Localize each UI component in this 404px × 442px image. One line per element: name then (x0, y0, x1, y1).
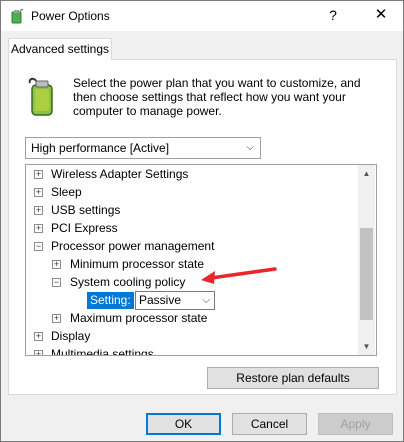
power-plan-selected: High performance [Active] (31, 141, 170, 155)
tree-item-label: PCI Express (51, 221, 118, 235)
tree-item-label: System cooling policy (70, 275, 186, 289)
expand-icon[interactable]: + (34, 224, 43, 233)
expand-icon[interactable]: + (52, 260, 61, 269)
tree-item-label: Minimum processor state (70, 257, 205, 271)
tree-item-label: Processor power management (51, 239, 215, 253)
red-arrow-annotation (201, 267, 277, 284)
tree-item-label: Sleep (51, 185, 82, 199)
settings-tree[interactable]: + Wireless Adapter Settings + Sleep + US… (25, 164, 377, 356)
close-button[interactable]: ✕ (371, 5, 391, 25)
expand-icon[interactable]: + (34, 332, 43, 341)
apply-button[interactable]: Apply (318, 413, 393, 435)
scroll-down-icon[interactable]: ▼ (358, 338, 375, 355)
scroll-thumb[interactable] (360, 228, 373, 320)
tree-item-label: Wireless Adapter Settings (51, 167, 189, 181)
cancel-button[interactable]: Cancel (232, 413, 307, 435)
tree-item-label: Multimedia settings (51, 347, 154, 356)
tree-item-label: USB settings (51, 203, 121, 217)
description-text: Select the power plan that you want to c… (73, 76, 361, 118)
tree-item-label: Maximum processor state (70, 311, 208, 325)
chevron-down-icon: ⌵ (246, 142, 254, 153)
expand-icon[interactable]: + (34, 170, 43, 179)
expand-icon[interactable]: + (52, 314, 61, 323)
restore-plan-defaults-button[interactable]: Restore plan defaults (207, 367, 379, 389)
battery-plug-icon (28, 77, 53, 116)
scroll-up-icon[interactable]: ▲ (358, 165, 375, 182)
ok-button[interactable]: OK (146, 413, 221, 435)
tree-item-label: Display (51, 329, 91, 343)
power-options-icon (11, 8, 24, 24)
power-plan-dropdown[interactable]: High performance [Active] ⌵ (25, 137, 261, 159)
window-title: Power Options (31, 9, 110, 23)
tab-advanced-settings[interactable]: Advanced settings (8, 38, 112, 60)
cooling-policy-value: Passive (139, 293, 182, 307)
expand-icon[interactable]: + (34, 188, 43, 197)
power-options-window: Power Options ? ✕ Advanced settings Sele… (0, 0, 404, 442)
help-button[interactable]: ? (323, 5, 343, 25)
cooling-policy-dropdown[interactable]: Passive ⌵ (135, 291, 215, 310)
tree-scrollbar[interactable]: ▲ ▼ (358, 165, 375, 355)
expand-icon[interactable]: + (34, 206, 43, 215)
setting-label: Setting: (87, 292, 134, 309)
chevron-down-icon: ⌵ (202, 295, 210, 306)
collapse-icon[interactable]: − (34, 242, 43, 251)
expand-icon[interactable]: + (34, 350, 43, 355)
collapse-icon[interactable]: − (52, 278, 61, 287)
title-bar: Power Options ? ✕ (1, 1, 403, 31)
